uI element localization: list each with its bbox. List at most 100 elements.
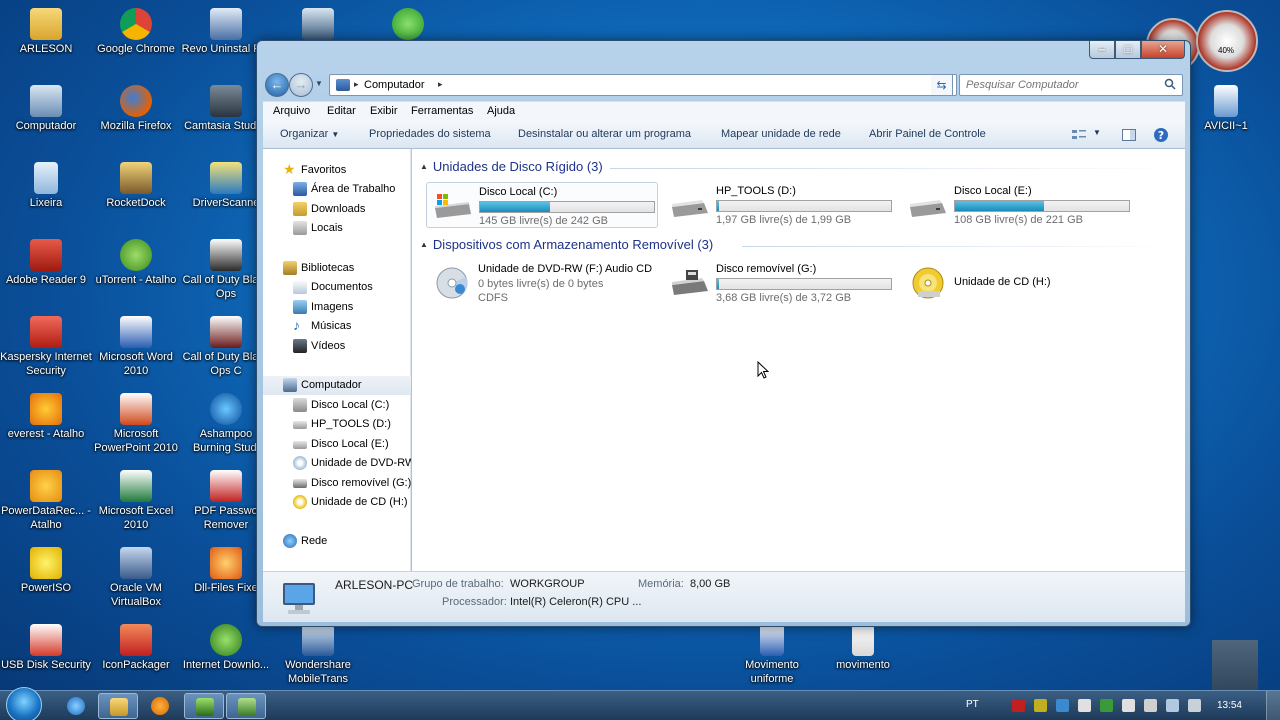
organize-button[interactable]: Organizar ▼: [280, 128, 339, 140]
nav-drive-f[interactable]: Unidade de DVD-RW: [263, 454, 411, 473]
desktop-icon-excel[interactable]: Microsoft Excel 2010: [90, 466, 182, 532]
battery-tray-icon[interactable]: [1144, 699, 1157, 712]
map-network-drive-button[interactable]: Mapear unidade de rede: [721, 128, 841, 140]
minimize-button[interactable]: –: [1089, 41, 1115, 59]
menu-ferramentas[interactable]: Ferramentas: [411, 105, 473, 117]
antivirus-tray-icon[interactable]: [1012, 699, 1025, 712]
flag-tray-icon[interactable]: [1122, 699, 1135, 712]
group-divider: [742, 246, 1180, 247]
taskbar-camtasia-studio[interactable]: [226, 693, 266, 719]
show-desktop-button[interactable]: [1266, 691, 1280, 720]
usb-tray-icon[interactable]: [1078, 699, 1091, 712]
drive-tile-f[interactable]: Unidade de DVD-RW (F:) Audio CD 0 bytes …: [426, 260, 658, 306]
clock[interactable]: 13:54: [1217, 700, 1242, 711]
system-properties-button[interactable]: Propriedades do sistema: [369, 128, 491, 140]
desktop-icon-network-app[interactable]: [272, 4, 364, 42]
nav-videos[interactable]: Vídeos: [263, 337, 411, 356]
nav-drive-c[interactable]: Disco Local (C:): [263, 396, 411, 415]
menu-arquivo[interactable]: Arquivo: [273, 105, 310, 117]
search-box[interactable]: [959, 74, 1183, 96]
desktop-icon-powerpoint[interactable]: Microsoft PowerPoint 2010: [90, 389, 182, 455]
breadcrumb-arrow-icon[interactable]: ▸: [354, 79, 359, 90]
menu-editar[interactable]: Editar: [327, 105, 356, 117]
nav-music[interactable]: ♪ Músicas: [263, 317, 411, 336]
network-tray-icon[interactable]: [1056, 699, 1069, 712]
title-bar[interactable]: – □ ✕: [257, 41, 1190, 69]
nav-drive-h[interactable]: Unidade de CD (H:): [263, 493, 411, 512]
drive-tile-h[interactable]: Unidade de CD (H:): [902, 260, 1134, 306]
desktop-icon-word[interactable]: Microsoft Word 2010: [90, 312, 182, 378]
desktop-icon-mobiletrans[interactable]: Wondershare MobileTrans: [272, 620, 364, 686]
taskbar-media-player[interactable]: [140, 693, 180, 719]
taskbar-camtasia[interactable]: [184, 693, 224, 719]
volume-tray-icon[interactable]: [1188, 699, 1201, 712]
breadcrumb-arrow-icon[interactable]: ▸: [438, 79, 443, 90]
uninstall-program-button[interactable]: Desinstalar ou alterar um programa: [518, 128, 691, 140]
nav-drive-e[interactable]: Disco Local (E:): [263, 435, 411, 454]
refresh-button[interactable]: ⇆: [931, 74, 953, 96]
nav-images[interactable]: Imagens: [263, 298, 411, 317]
help-icon[interactable]: ?: [1153, 127, 1169, 143]
nav-desktop[interactable]: Área de Trabalho: [263, 180, 411, 199]
nav-places[interactable]: Locais: [263, 219, 411, 238]
desktop-icon-kaspersky[interactable]: Kaspersky Internet Security: [0, 312, 92, 378]
back-button[interactable]: ←: [265, 73, 289, 97]
desktop-icon-rocketdock[interactable]: RocketDock: [90, 158, 182, 210]
desktop-icon-movimento-uniforme[interactable]: Movimento uniforme: [726, 620, 818, 686]
recent-pages-dropdown[interactable]: ▼: [315, 79, 323, 88]
language-indicator[interactable]: PT: [966, 699, 979, 710]
desktop-icon-internet-download[interactable]: Internet Downlo...: [180, 620, 272, 672]
nav-documents[interactable]: Documentos: [263, 278, 411, 297]
wifi-tray-icon[interactable]: [1166, 699, 1179, 712]
security-tray-icon[interactable]: [1034, 699, 1047, 712]
desktop-icon-adobe-reader[interactable]: Adobe Reader 9: [0, 235, 92, 287]
taskbar-explorer[interactable]: [98, 693, 138, 719]
desktop-icon-virtualbox[interactable]: Oracle VM VirtualBox: [90, 543, 182, 609]
desktop-icon-everest[interactable]: everest - Atalho: [0, 389, 92, 441]
preview-pane-icon[interactable]: [1121, 127, 1137, 143]
start-button[interactable]: [6, 687, 42, 720]
nav-computer[interactable]: Computador: [263, 376, 411, 395]
address-bar[interactable]: ▸ Computador ▸ ▼: [329, 74, 957, 96]
close-button[interactable]: ✕: [1141, 41, 1185, 59]
view-options-dropdown[interactable]: ▼: [1093, 128, 1101, 137]
taskbar-ie[interactable]: [56, 693, 96, 719]
desktop-icon-usb-disk-security[interactable]: USB Disk Security: [0, 620, 92, 672]
desktop-icon-utorrent[interactable]: uTorrent - Atalho: [90, 235, 182, 287]
maximize-button[interactable]: □: [1115, 41, 1141, 59]
drive-tile-d[interactable]: HP_TOOLS (D:) 1,97 GB livre(s) de 1,99 G…: [664, 182, 896, 228]
drive-tile-c[interactable]: Disco Local (C:) 145 GB livre(s) de 242 …: [426, 182, 658, 228]
nav-libraries[interactable]: Bibliotecas: [263, 259, 411, 278]
menu-ajuda[interactable]: Ajuda: [487, 105, 515, 117]
desktop-icon-movimento[interactable]: movimento: [817, 620, 909, 672]
nav-network[interactable]: Rede: [263, 532, 411, 551]
drive-tile-g[interactable]: Disco removível (G:) 3,68 GB livre(s) de…: [664, 260, 896, 306]
utorrent-tray-icon[interactable]: [1100, 699, 1113, 712]
drive-name: Unidade de CD (H:): [954, 276, 1051, 288]
nav-downloads[interactable]: Downloads: [263, 200, 411, 219]
group-header-hard-disks[interactable]: ▲ Unidades de Disco Rígido (3): [420, 159, 603, 174]
desktop-icon-firefox[interactable]: Mozilla Firefox: [90, 81, 182, 133]
drive-tile-e[interactable]: Disco Local (E:) 108 GB livre(s) de 221 …: [902, 182, 1134, 228]
group-header-removable[interactable]: ▲ Dispositivos com Armazenamento Removíve…: [420, 237, 713, 252]
desktop-icon-iconpackager[interactable]: IconPackager: [90, 620, 182, 672]
desktop-icon-powerdatarecovery[interactable]: PowerDataRec... - Atalho: [0, 466, 92, 532]
desktop-icon-avicii[interactable]: AVICII~1: [1191, 81, 1261, 133]
nav-drive-g[interactable]: Disco removível (G:): [263, 474, 411, 493]
change-view-icon[interactable]: [1071, 127, 1087, 143]
desktop-icon-chrome[interactable]: Google Chrome: [90, 4, 182, 56]
drive-usage-bar: [954, 200, 1130, 212]
search-icon[interactable]: [1164, 78, 1176, 90]
nav-drive-d[interactable]: HP_TOOLS (D:): [263, 415, 411, 434]
desktop-icon-arleson[interactable]: ARLESON: [0, 4, 92, 56]
open-control-panel-button[interactable]: Abrir Painel de Controle: [869, 128, 986, 140]
desktop-icon-poweriso[interactable]: PowerISO: [0, 543, 92, 595]
forward-button[interactable]: →: [289, 73, 313, 97]
nav-favorites[interactable]: ★ Favoritos: [263, 161, 411, 180]
desktop-icon-green-tool[interactable]: [362, 4, 454, 42]
breadcrumb-computador[interactable]: Computador: [364, 79, 425, 91]
menu-exibir[interactable]: Exibir: [370, 105, 398, 117]
desktop-icon-lixeira[interactable]: Lixeira: [0, 158, 92, 210]
desktop-icon-computador[interactable]: Computador: [0, 81, 92, 133]
search-input[interactable]: [966, 77, 1156, 93]
